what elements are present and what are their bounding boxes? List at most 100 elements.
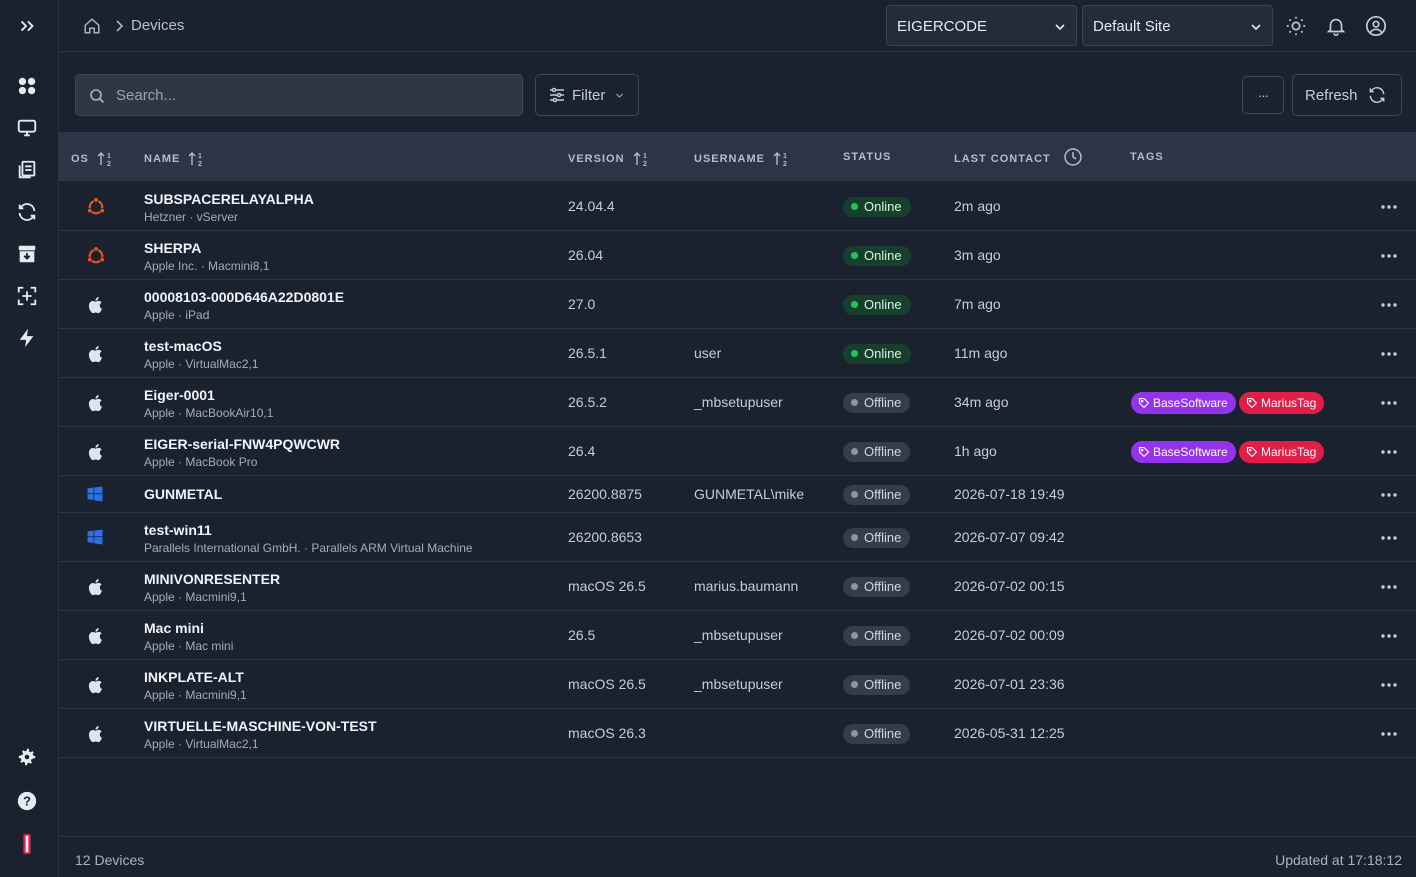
site-select[interactable]: Default Site [1082,5,1273,46]
row-menu-icon[interactable] [1380,626,1398,640]
help-icon[interactable]: ? [16,790,38,812]
row-menu-icon[interactable] [1380,442,1398,456]
tag-badge[interactable]: MariusTag [1239,440,1325,463]
device-name[interactable]: MINIVONRESENTER [144,571,280,587]
scan-icon[interactable] [16,285,38,307]
device-name-cell[interactable]: Mac mini Apple · Mac mini [144,620,233,653]
device-name-cell[interactable]: VIRTUELLE-MASCHINE-VON-TEST Apple · Virtu… [144,718,377,751]
org-select[interactable]: EIGERCODE [886,5,1077,46]
device-model: Apple · VirtualMac2,1 [144,356,259,371]
device-username: marius.baumann [694,577,799,594]
column-status[interactable]: STATUS [843,151,891,163]
row-menu-icon[interactable] [1380,485,1398,499]
column-name[interactable]: NAME 12 [144,151,206,167]
device-name-cell[interactable]: INKPLATE-ALT Apple · Macmini9,1 [144,669,247,702]
table-row[interactable]: 00008103-000D646A22D0801E Apple · iPad 27.… [59,280,1416,329]
last-contact: 1h ago [954,442,997,459]
sync-icon[interactable] [16,201,38,223]
more-actions-button[interactable]: ··· [1242,76,1284,114]
table-row[interactable]: test-win11 Parallels International GmbH. … [59,513,1416,562]
settings-icon[interactable] [16,746,38,768]
table-row[interactable]: INKPLATE-ALT Apple · Macmini9,1 macOS 26.5… [59,660,1416,709]
table-row[interactable]: Eiger-0001 Apple · MacBookAir10,1 26.5.2 _m… [59,378,1416,427]
documents-icon[interactable] [16,159,38,181]
home-icon[interactable] [83,17,101,35]
svg-text:?: ? [23,794,31,809]
device-name-cell[interactable]: Eiger-0001 Apple · MacBookAir10,1 [144,387,273,420]
lightning-icon[interactable] [16,327,38,349]
row-menu-icon[interactable] [1380,675,1398,689]
device-version: 26.5.1 [568,344,607,361]
column-os[interactable]: OS 12 [71,151,115,167]
device-name-cell[interactable]: 00008103-000D646A22D0801E Apple · iPad [144,289,344,322]
device-name-cell[interactable]: test-win11 Parallels International GmbH. … [144,522,473,555]
device-name-cell[interactable]: SUBSPACERELAYALPHA Hetzner · vServer [144,191,314,224]
row-menu-icon[interactable] [1380,246,1398,260]
search-field[interactable] [75,74,523,116]
account-icon[interactable] [1365,15,1387,37]
device-name[interactable]: INKPLATE-ALT [144,669,247,685]
row-menu-icon[interactable] [1380,724,1398,738]
tag-badge[interactable]: BaseSoftware [1131,391,1236,414]
device-model: Apple · Macmini9,1 [144,687,247,702]
sort-icon: 12 [188,152,203,167]
device-name[interactable]: VIRTUELLE-MASCHINE-VON-TEST [144,718,377,734]
device-name[interactable]: Eiger-0001 [144,387,273,403]
filter-button[interactable]: Filter [535,74,639,116]
table-row[interactable]: EIGER-serial-FNW4PQWCWR Apple · MacBook P… [59,427,1416,476]
table-row[interactable]: VIRTUELLE-MASCHINE-VON-TEST Apple · Virtu… [59,709,1416,758]
device-model: Apple · iPad [144,307,210,322]
tag-badge[interactable]: BaseSoftware [1131,440,1236,463]
row-menu-icon[interactable] [1380,528,1398,542]
devices-icon[interactable] [16,117,38,139]
row-menu-icon[interactable] [1380,344,1398,358]
row-menu-icon[interactable] [1380,393,1398,407]
device-name[interactable]: 00008103-000D646A22D0801E [144,289,344,305]
device-model: Apple Inc. · Macmini8,1 [144,258,270,273]
row-menu-icon[interactable] [1380,197,1398,211]
device-name-cell[interactable]: MINIVONRESENTER Apple · Macmini9,1 [144,571,280,604]
tag-badge[interactable]: MariusTag [1239,391,1325,414]
device-name[interactable]: SHERPA [144,240,269,256]
table-row[interactable]: SUBSPACERELAYALPHA Hetzner · vServer 24.04… [59,182,1416,231]
row-menu-icon[interactable] [1380,295,1398,309]
expand-sidebar-icon[interactable] [16,15,38,37]
device-name-cell[interactable]: test-macOS Apple · VirtualMac2,1 [144,338,259,371]
table-row[interactable]: SHERPA Apple Inc. · Macmini8,1 26.04 Online… [59,231,1416,280]
device-name[interactable]: EIGER-serial-FNW4PQWCWR [144,436,340,452]
notifications-icon[interactable] [1325,15,1347,37]
device-name[interactable]: test-macOS [144,338,259,354]
column-version[interactable]: VERSION 12 [568,151,651,167]
device-version: 27.0 [568,295,596,312]
device-name-cell[interactable]: SHERPA Apple Inc. · Macmini8,1 [144,240,269,273]
apple-os-icon [86,393,106,413]
status-badge: Offline [843,527,911,548]
svg-text:1: 1 [198,153,203,160]
table-row[interactable]: Mac mini Apple · Mac mini 26.5 _mbsetupuser… [59,611,1416,660]
row-menu-icon[interactable] [1380,577,1398,591]
table-row[interactable]: GUNMETAL 26200.8875 GUNMETAL\mike Offline 20… [59,476,1416,513]
device-name-cell[interactable]: GUNMETAL [144,486,222,502]
table-row[interactable]: test-macOS Apple · VirtualMac2,1 26.5.1 use… [59,329,1416,378]
last-contact: 2026-07-01 23:36 [954,675,1065,692]
archive-icon[interactable] [16,243,38,265]
device-version: 26.04 [568,246,604,263]
table-row[interactable]: MINIVONRESENTER Apple · Macmini9,1 macOS 2… [59,562,1416,611]
device-name[interactable]: test-win11 [144,522,473,538]
dashboard-icon[interactable] [16,75,38,97]
last-contact: 2026-05-31 12:25 [954,724,1065,741]
device-username: _mbsetupuser [694,393,783,410]
site-select-value: Default Site [1093,18,1171,35]
column-username[interactable]: USERNAME 12 [694,151,791,167]
last-contact: 2026-07-02 00:09 [954,626,1065,643]
more-label: ··· [1258,87,1269,103]
device-name[interactable]: GUNMETAL [144,486,222,502]
device-name[interactable]: Mac mini [144,620,233,636]
device-name[interactable]: SUBSPACERELAYALPHA [144,191,314,207]
refresh-button[interactable]: Refresh [1292,74,1402,116]
device-name-cell[interactable]: EIGER-serial-FNW4PQWCWR Apple · MacBook P… [144,436,340,469]
refresh-icon [1367,85,1387,105]
search-input[interactable] [116,75,516,115]
theme-toggle-icon[interactable] [1285,15,1307,37]
column-last-contact[interactable]: LAST CONTACT [954,148,1083,167]
